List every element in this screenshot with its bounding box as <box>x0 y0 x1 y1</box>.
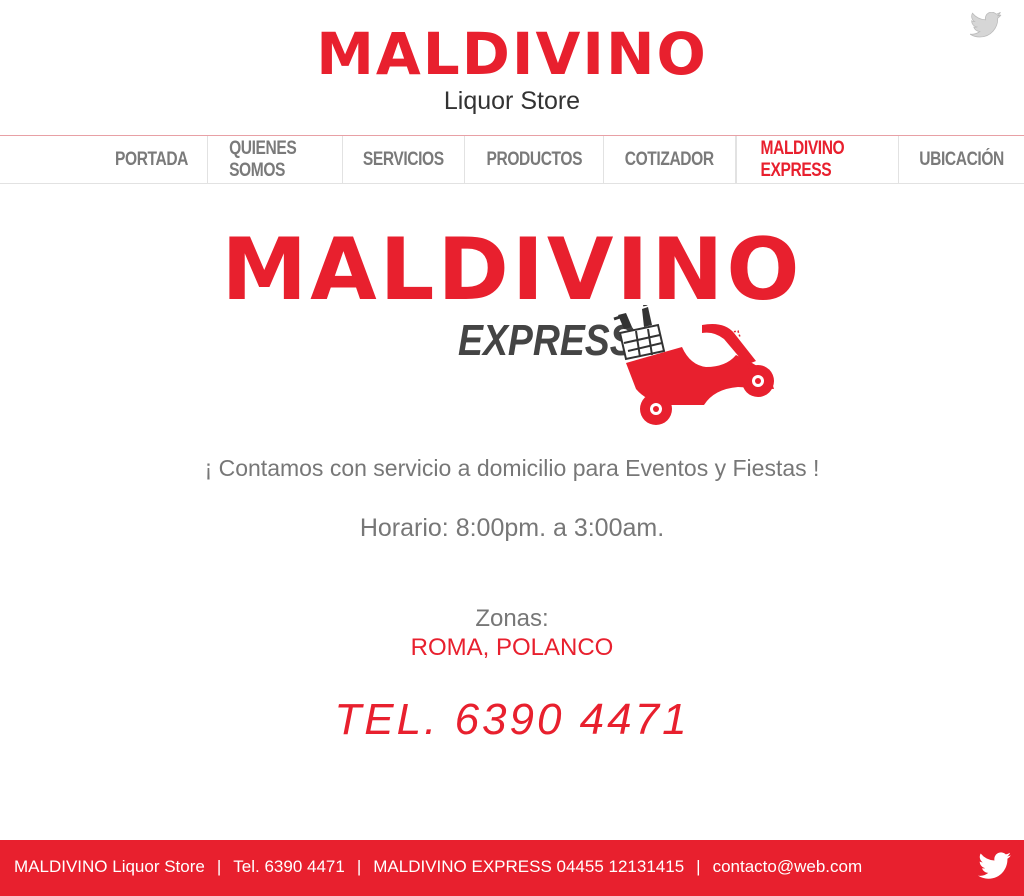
zones-list: ROMA, POLANCO <box>410 634 614 661</box>
nav-item-label: SERVICIOS <box>362 148 444 170</box>
footer-separator: | <box>356 857 362 876</box>
phone-number[interactable]: TEL. 6390 4471 <box>0 695 1024 745</box>
express-logo-title: MALDIVINO <box>221 220 803 320</box>
footer: MALDIVINO Liquor Store | Tel. 6390 4471 | MA… <box>0 840 1024 896</box>
nav-item-ubicacion[interactable]: UBICACIÓN <box>899 136 1024 183</box>
nav-items: PORTADA QUIENES SOMOS SERVICIOS PRODUCTO… <box>96 136 1024 183</box>
nav-item-label: PORTADA <box>115 148 189 170</box>
nav-item-servicios[interactable]: SERVICIOS <box>343 136 465 183</box>
delivery-scooter-icon <box>613 305 774 425</box>
service-tagline: ¡ Contamos con servicio a domicilio para… <box>204 455 820 481</box>
nav-item-productos[interactable]: PRODUCTOS <box>465 136 605 183</box>
nav-item-maldivino-express[interactable]: MALDIVINO EXPRESS <box>735 136 899 183</box>
twitter-icon[interactable] <box>978 852 1012 880</box>
main-nav: PORTADA QUIENES SOMOS SERVICIOS PRODUCTO… <box>0 135 1024 184</box>
brand-logo[interactable]: MALDIVINO <box>0 22 1024 86</box>
nav-item-portada[interactable]: PORTADA <box>96 136 209 183</box>
footer-separator: | <box>216 857 222 876</box>
nav-item-quienes-somos[interactable]: QUIENES SOMOS <box>208 136 343 183</box>
footer-express: MALDIVINO EXPRESS 04455 12131415 <box>373 857 685 876</box>
nav-item-label: PRODUCTOS <box>486 148 582 170</box>
nav-item-cotizador[interactable]: COTIZADOR <box>604 136 736 183</box>
nav-item-label: COTIZADOR <box>624 148 714 170</box>
zones-label: Zonas: <box>475 605 549 632</box>
nav-item-label: UBICACIÓN <box>919 148 1004 170</box>
footer-store: MALDIVINO Liquor Store <box>14 857 205 876</box>
header: MALDIVINO Liquor Store <box>0 0 1024 135</box>
footer-tel[interactable]: Tel. 6390 4471 <box>233 857 345 876</box>
footer-email[interactable]: contacto@web.com <box>713 857 863 876</box>
service-hours: Horario: 8:00pm. a 3:00am. <box>359 514 665 542</box>
nav-item-label: MALDIVINO EXPRESS <box>760 137 844 181</box>
twitter-icon[interactable] <box>970 12 1002 38</box>
nav-item-label: QUIENES SOMOS <box>229 137 297 181</box>
footer-separator: | <box>696 857 701 876</box>
brand-subtitle: Liquor Store <box>443 87 581 115</box>
footer-info: MALDIVINO Liquor Store | Tel. 6390 4471 | MA… <box>14 857 862 877</box>
